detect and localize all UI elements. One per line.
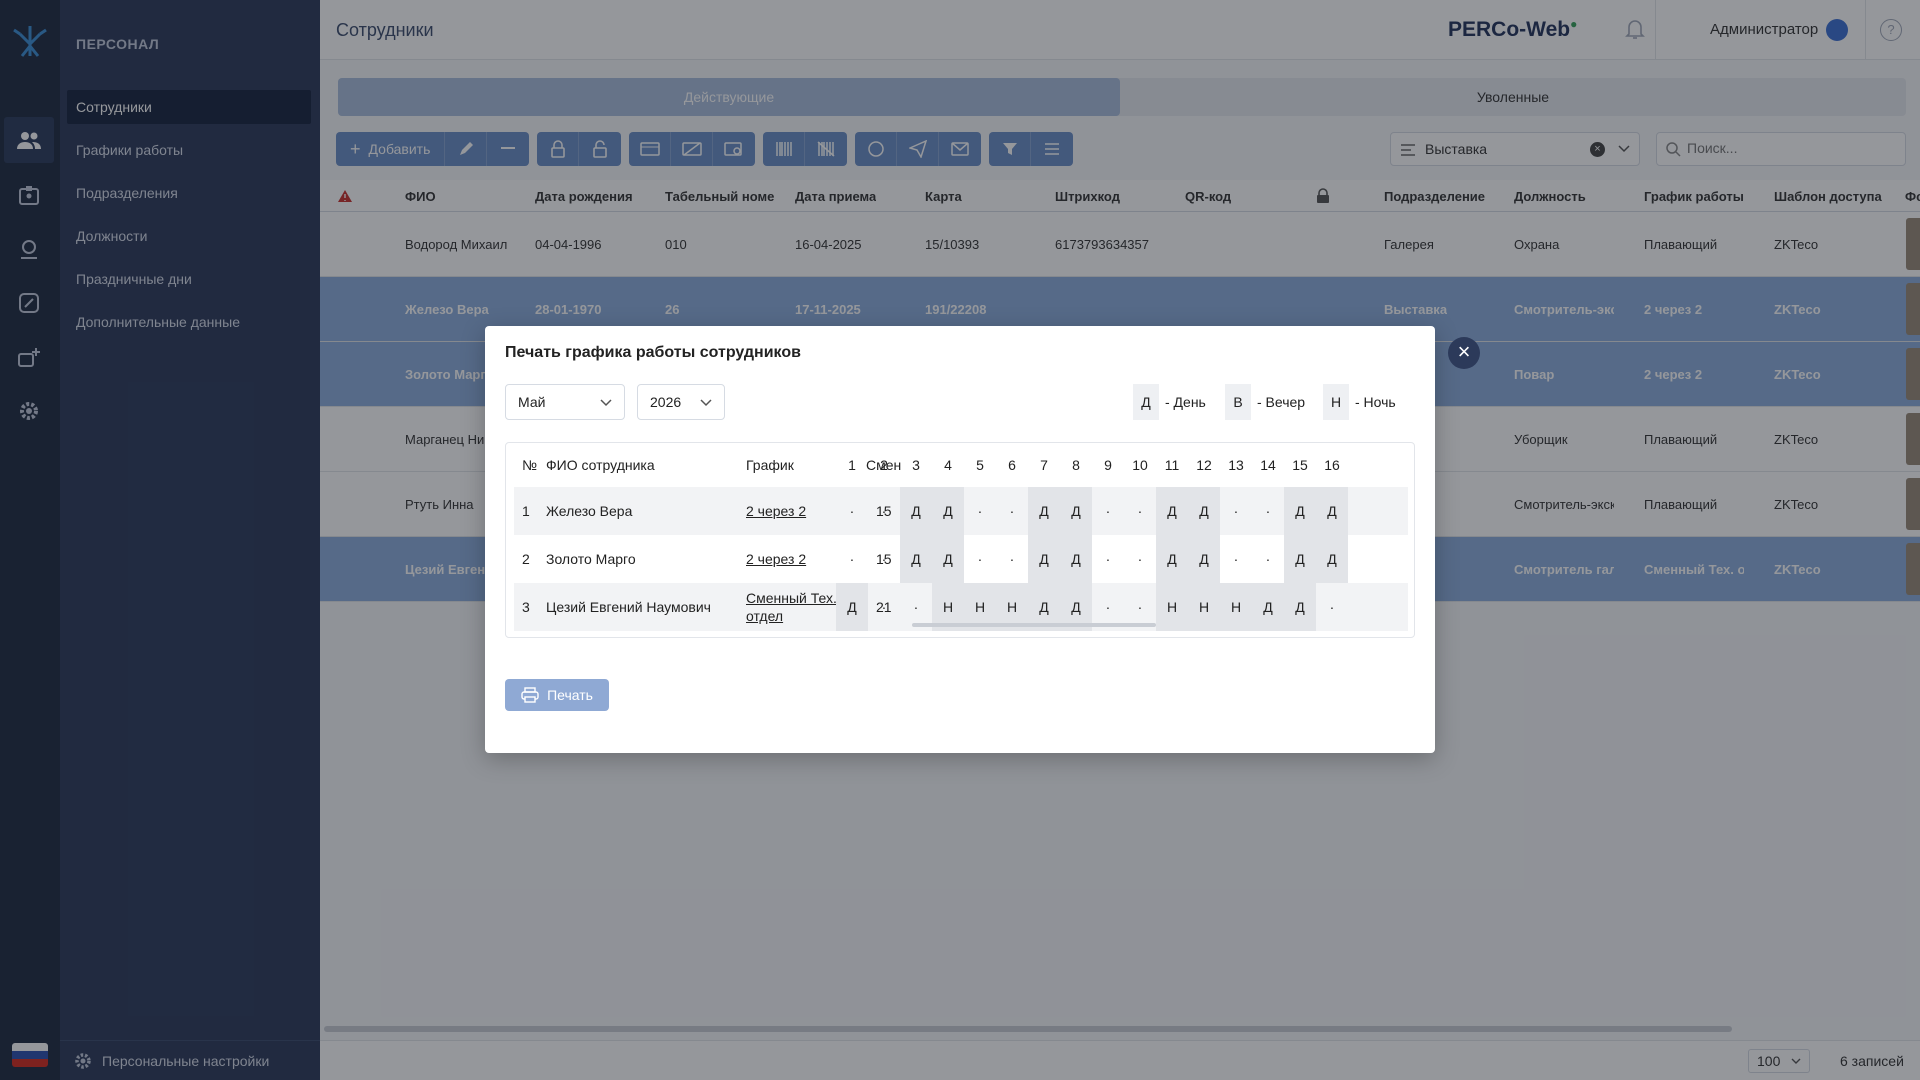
day-cell: Д — [1284, 535, 1316, 583]
day-header: 9 — [1104, 457, 1112, 473]
legend-evening: В - Вечер — [1225, 384, 1305, 420]
day-header: 13 — [1228, 457, 1244, 473]
day-header: 10 — [1132, 457, 1148, 473]
day-header: 2 — [880, 457, 888, 473]
legend-key: Д — [1133, 384, 1159, 420]
day-cell: Д — [932, 535, 964, 583]
legend-label: - Ночь — [1355, 394, 1396, 410]
employee-name: Золото Марго — [546, 551, 636, 567]
legend-label: - День — [1165, 394, 1206, 410]
chevron-down-icon — [600, 399, 612, 407]
schedule-row: 2 Золото Марго 2 через 2 15 · · Д Д · · Д Д · · Д Д · · Д Д — [514, 535, 1408, 583]
year-value: 2026 — [650, 394, 682, 410]
close-icon[interactable]: × — [1448, 337, 1480, 369]
day-cell: · — [1329, 599, 1335, 615]
schedule-header-row: № ФИО сотрудника График Смен 1 2 3 4 5 6 7 8 9 10 11 12… — [514, 443, 1408, 487]
schedule-link[interactable]: 2 через 2 — [746, 535, 846, 583]
day-cell: · — [1009, 503, 1015, 519]
col-schedule: График — [746, 457, 794, 473]
col-employee: ФИО сотрудника — [546, 457, 655, 473]
legend-day: Д - День — [1133, 384, 1206, 420]
day-cell: Д — [836, 583, 868, 631]
dialog-title: Печать графика работы сотрудников — [505, 344, 801, 361]
day-cell: Д — [1060, 487, 1092, 535]
row-number: 3 — [522, 599, 530, 615]
day-header: 6 — [1008, 457, 1016, 473]
day-cell: · — [1265, 551, 1271, 567]
legend-key: Н — [1323, 384, 1349, 420]
day-cell: · — [881, 503, 887, 519]
day-cell: · — [881, 551, 887, 567]
day-cell: Д — [900, 535, 932, 583]
day-header: 15 — [1292, 457, 1308, 473]
day-header: 3 — [912, 457, 920, 473]
day-header: 1 — [848, 457, 856, 473]
day-cell: Д — [1156, 535, 1188, 583]
day-cell: Д — [1028, 487, 1060, 535]
day-cell: · — [1009, 551, 1015, 567]
day-cell: · — [849, 503, 855, 519]
row-number: 1 — [522, 503, 530, 519]
day-header: 14 — [1260, 457, 1276, 473]
day-header: 5 — [976, 457, 984, 473]
day-cell: Д — [900, 487, 932, 535]
schedule-link[interactable]: 2 через 2 — [746, 487, 846, 535]
month-select[interactable]: Май — [505, 384, 625, 420]
day-header: 16 — [1324, 457, 1340, 473]
day-cell: · — [881, 599, 887, 615]
legend-key: В — [1225, 384, 1251, 420]
day-cell: · — [977, 551, 983, 567]
day-cell: Н — [1188, 583, 1220, 631]
row-number: 2 — [522, 551, 530, 567]
schedule-row: 1 Железо Вера 2 через 2 15 · · Д Д · · Д Д · · Д Д · · Д Д — [514, 487, 1408, 535]
day-cell: Д — [1060, 535, 1092, 583]
day-cell: Д — [1188, 487, 1220, 535]
legend-night: Н - Ночь — [1323, 384, 1396, 420]
col-num: № — [522, 457, 538, 473]
day-cell: · — [1137, 503, 1143, 519]
day-cell: Д — [1028, 535, 1060, 583]
day-cell: Д — [1316, 487, 1348, 535]
day-cell: Д — [1284, 487, 1316, 535]
employee-name: Цезий Евгений Наумович — [546, 599, 711, 615]
day-cell: Д — [1284, 583, 1316, 631]
day-cell: · — [1233, 503, 1239, 519]
day-cell: Д — [1252, 583, 1284, 631]
day-cell: Д — [932, 487, 964, 535]
chevron-down-icon — [700, 399, 712, 407]
schedule-link[interactable]: Сменный Тех. отдел — [746, 583, 846, 631]
month-value: Май — [518, 394, 546, 410]
day-cell: · — [1105, 503, 1111, 519]
day-cell: Н — [1220, 583, 1252, 631]
day-cell: Д — [1188, 535, 1220, 583]
day-header: 4 — [944, 457, 952, 473]
day-cell: · — [1265, 503, 1271, 519]
day-cell: · — [1105, 551, 1111, 567]
day-header: 12 — [1196, 457, 1212, 473]
day-cell: · — [977, 503, 983, 519]
printer-icon — [521, 687, 539, 703]
schedule-table: № ФИО сотрудника График Смен 1 2 3 4 5 6 7 8 9 10 11 12… — [505, 442, 1415, 638]
day-cell: · — [1233, 551, 1239, 567]
print-schedule-dialog: Печать графика работы сотрудников Май 20… — [485, 326, 1435, 753]
print-button[interactable]: Печать — [505, 679, 609, 711]
year-select[interactable]: 2026 — [637, 384, 725, 420]
day-cell: Д — [1316, 535, 1348, 583]
day-header: 7 — [1040, 457, 1048, 473]
day-cell: Д — [1156, 487, 1188, 535]
schedule-scrollbar[interactable] — [912, 623, 1156, 627]
day-cell: · — [849, 551, 855, 567]
day-cell: Н — [1156, 583, 1188, 631]
print-label: Печать — [547, 687, 593, 703]
day-header: 8 — [1072, 457, 1080, 473]
day-header: 11 — [1164, 457, 1180, 473]
legend-label: - Вечер — [1257, 394, 1306, 410]
employee-name: Железо Вера — [546, 503, 633, 519]
day-cell: · — [1137, 551, 1143, 567]
